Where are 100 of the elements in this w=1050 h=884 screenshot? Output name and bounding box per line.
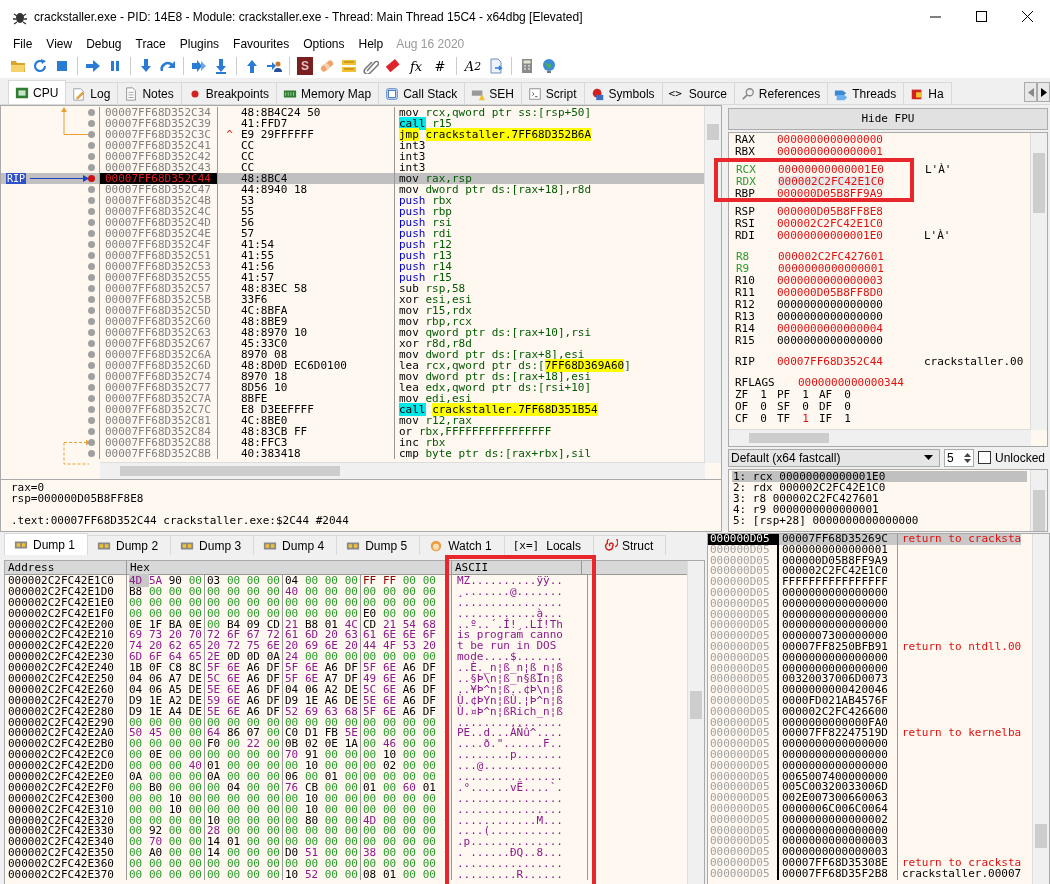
flag-value[interactable]: 1 (844, 412, 851, 425)
breakpoint-dot[interactable] (88, 263, 95, 270)
tab[interactable]: Script (520, 82, 585, 104)
breakpoint-dot[interactable] (88, 120, 95, 127)
breakpoint-dot[interactable] (88, 164, 95, 171)
flag-value[interactable]: 0 (844, 400, 851, 413)
register-value[interactable]: 000002C2FC427601 (778, 250, 925, 263)
flag-value[interactable]: 0 (802, 400, 809, 413)
breakpoint-dot[interactable] (88, 109, 95, 116)
argument-count-spinner[interactable]: 5 (944, 448, 974, 467)
breakpoint-dot[interactable] (88, 296, 95, 303)
register-value[interactable]: 0000000000000004 (777, 322, 924, 335)
toolbar-button[interactable]: S (297, 57, 313, 75)
menu-item[interactable]: View (39, 34, 80, 53)
breakpoint-dot[interactable] (88, 417, 95, 424)
tab[interactable]: Dump 3 (170, 535, 255, 555)
menu-item[interactable]: Plugins (172, 34, 227, 53)
register-value[interactable]: 0000000000000344 (798, 376, 945, 389)
vertical-scrollbar[interactable] (704, 106, 721, 463)
toolbar-button[interactable]: # (429, 56, 451, 76)
menu-item[interactable]: File (6, 34, 40, 53)
breakpoint-dot[interactable] (88, 219, 95, 226)
scroll-right-button[interactable] (1037, 82, 1050, 102)
register-value[interactable]: 00007FF68D352C44 (777, 355, 924, 368)
breakpoint-dot[interactable] (88, 373, 95, 380)
tab[interactable]: Dump 2 (87, 535, 172, 555)
tab[interactable]: Notes (117, 82, 182, 104)
register-value[interactable]: 0000000000000001 (778, 262, 925, 275)
register-value[interactable]: 000000D05B8FF9A9 (777, 187, 924, 200)
tab[interactable]: Dump 4 (253, 535, 338, 555)
flag-value[interactable]: 1 (802, 388, 809, 401)
hide-fpu-button[interactable]: Hide FPU (728, 108, 1048, 130)
register-value[interactable]: 000000D05B8FF8D0 (777, 286, 924, 299)
breakpoint-dot[interactable] (88, 197, 95, 204)
argument-row[interactable]: 4: r9 0000000000000001 (732, 503, 1027, 515)
tab[interactable]: SEH (464, 82, 522, 104)
breakpoint-dot[interactable] (88, 274, 95, 281)
tab[interactable]: Log (65, 82, 119, 104)
menu-item[interactable]: Help (351, 34, 391, 53)
tab[interactable]: Struct (592, 535, 667, 555)
menu-item[interactable]: Options (296, 34, 352, 53)
argument-row[interactable]: 1: rcx 00000000000001E0 (732, 470, 1027, 482)
register-value[interactable]: 000002C2FC42E1C0 (778, 175, 884, 188)
register-value[interactable]: 000002C2FC42E1C0 (777, 217, 924, 230)
tab[interactable]: Dump 5 (336, 535, 421, 555)
calling-convention-dropdown[interactable]: Default (x64 fastcall) (728, 448, 940, 467)
breakpoint-dot[interactable] (88, 384, 95, 391)
breakpoint-dot[interactable] (88, 142, 95, 149)
register-value[interactable]: 00000000000001E0 (777, 229, 924, 242)
register-value[interactable]: 0000000000000000 (777, 334, 924, 347)
tab[interactable]: Ha (903, 82, 952, 104)
register-value[interactable]: 0000000000000000 (777, 310, 924, 323)
vertical-scrollbar[interactable] (1030, 469, 1047, 531)
register-value[interactable]: 0000000000000001 (777, 145, 924, 158)
breakpoint-dot[interactable] (88, 131, 95, 138)
tab[interactable]: Dump 1 (4, 533, 89, 555)
breakpoint-dot[interactable] (88, 175, 95, 182)
column-header[interactable]: ASCII (452, 561, 582, 574)
tab[interactable]: Watch 1 (419, 535, 505, 555)
breakpoint-dot[interactable] (88, 329, 95, 336)
flag-value[interactable]: 0 (760, 400, 767, 413)
breakpoint-dot[interactable] (88, 340, 95, 347)
breakpoint-dot[interactable] (88, 230, 95, 237)
breakpoint-dot[interactable] (88, 285, 95, 292)
argument-row[interactable]: 2: rdx 000002C2FC42E1C0 (732, 481, 1027, 493)
toolbar-button[interactable]: fx (405, 56, 427, 76)
tab[interactable]: CPU (8, 80, 67, 104)
vertical-scrollbar[interactable] (1030, 132, 1047, 430)
flag-value[interactable]: 1 (802, 412, 809, 425)
breakpoint-dot[interactable] (88, 252, 95, 259)
breakpoint-dot[interactable] (88, 406, 95, 413)
tab[interactable]: Memory Map (276, 82, 380, 104)
breakpoint-dot[interactable] (88, 395, 95, 402)
column-header[interactable]: Address (5, 561, 127, 574)
register-value[interactable]: 0000000000000003 (777, 274, 924, 287)
breakpoint-dot[interactable] (88, 428, 95, 435)
flag-value[interactable]: 0 (844, 388, 851, 401)
vertical-scrollbar[interactable] (1032, 534, 1049, 884)
register-value[interactable]: 00000000000001E0 (778, 163, 925, 176)
breakpoint-dot[interactable] (88, 450, 95, 457)
breakpoint-dot[interactable] (88, 351, 95, 358)
unlocked-checkbox[interactable] (978, 451, 991, 465)
argument-row[interactable]: 5: [rsp+28] 0000000000000000 (732, 514, 1027, 526)
breakpoint-dot[interactable] (88, 318, 95, 325)
breakpoint-dot[interactable] (88, 186, 95, 193)
breakpoint-dot[interactable] (88, 439, 95, 446)
flag-value[interactable]: 1 (760, 388, 767, 401)
register-value[interactable]: 0000000000000000 (777, 298, 924, 311)
breakpoint-dot[interactable] (88, 208, 95, 215)
breakpoint-dot[interactable] (88, 362, 95, 369)
menu-item[interactable]: Trace (128, 34, 173, 53)
tab[interactable]: Threads (827, 82, 905, 104)
horizontal-scrollbar[interactable] (100, 462, 705, 479)
breakpoint-dot[interactable] (88, 307, 95, 314)
breakpoint-dot[interactable] (88, 241, 95, 248)
menu-item[interactable]: Favourites (226, 34, 297, 53)
register-value[interactable]: 000000D05B8FF8E8 (777, 205, 924, 218)
tab[interactable]: Breakpoints (180, 82, 278, 104)
vertical-scrollbar[interactable] (687, 561, 704, 884)
menu-item[interactable]: Debug (79, 34, 129, 53)
